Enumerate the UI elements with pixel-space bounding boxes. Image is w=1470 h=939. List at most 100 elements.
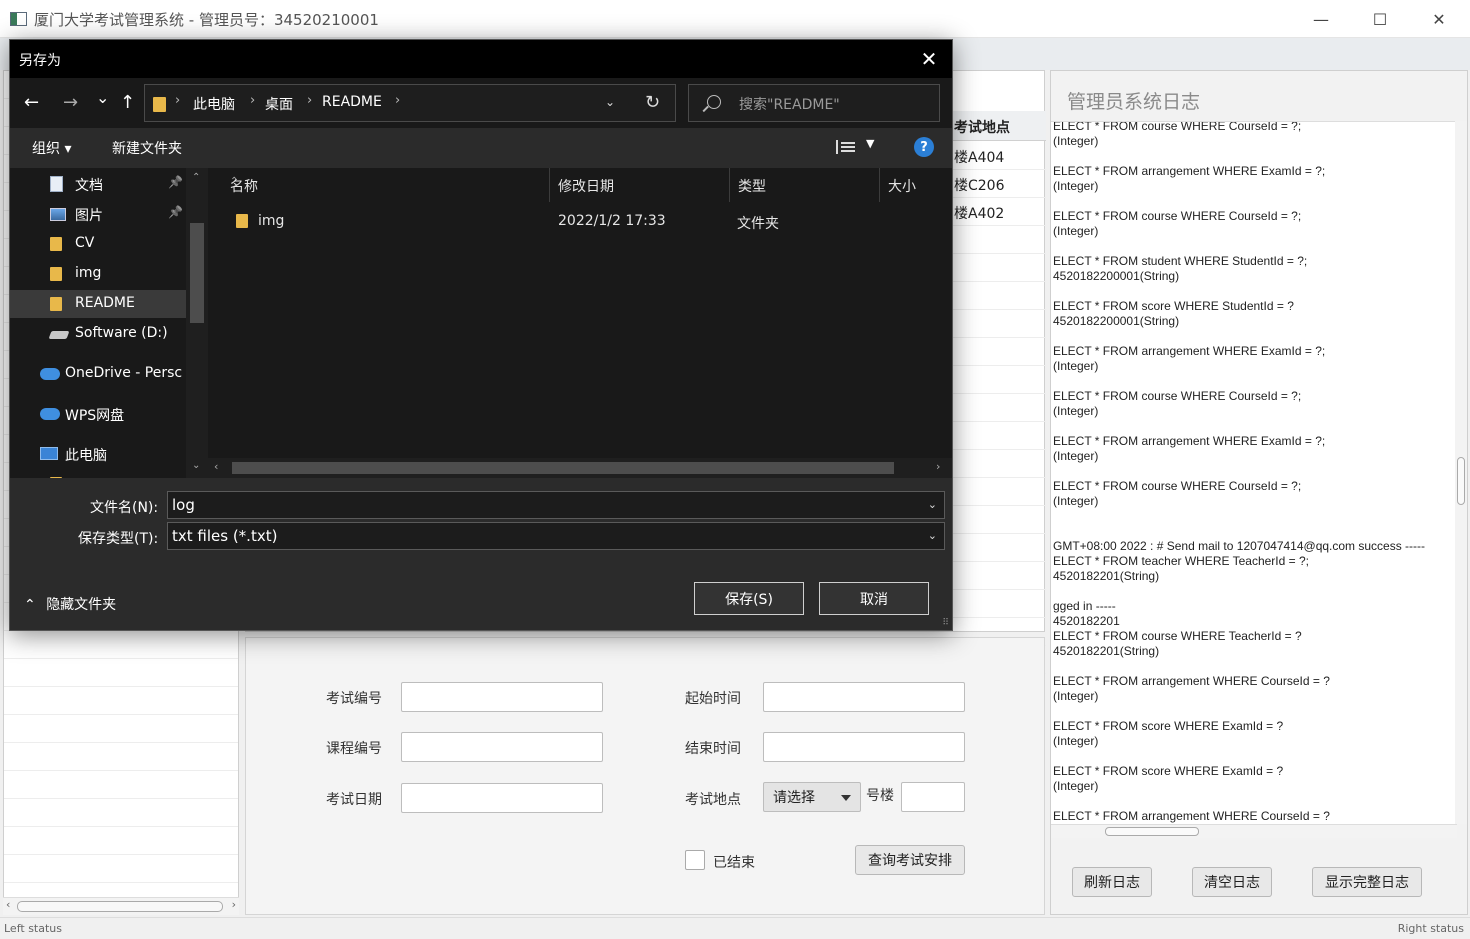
close-button[interactable]: ✕: [1416, 6, 1462, 32]
finished-checkbox[interactable]: [685, 850, 705, 870]
breadcrumb-desktop[interactable]: 桌面: [265, 94, 293, 114]
scroll-left-icon[interactable]: ‹: [6, 898, 10, 911]
sidebar-item[interactable]: 3D 对象: [10, 470, 186, 478]
sidebar-item[interactable]: img: [10, 260, 186, 288]
minimize-button[interactable]: —: [1298, 6, 1344, 32]
resize-grip-icon[interactable]: ⠿: [942, 618, 949, 628]
chevron-down-icon[interactable]: ▼: [866, 137, 874, 150]
column-header-type[interactable]: 类型: [730, 168, 880, 202]
dialog-footer: 文件名(N): log ⌄ 保存类型(T): txt files (*.txt)…: [10, 478, 952, 630]
up-arrow-icon[interactable]: ↑: [120, 92, 135, 113]
breadcrumb-this-pc[interactable]: 此电脑: [193, 94, 235, 114]
scrollbar-thumb[interactable]: [1457, 457, 1465, 505]
scroll-down-icon[interactable]: ⌄: [192, 460, 200, 471]
log-line: (Integer): [1053, 179, 1099, 193]
building-number-input[interactable]: [901, 782, 965, 812]
log-line: ELECT * FROM score WHERE ExamId = ?: [1053, 719, 1284, 733]
dialog-close-button[interactable]: ✕: [906, 40, 952, 78]
scroll-right-icon[interactable]: ›: [936, 460, 940, 473]
scroll-left-icon[interactable]: ‹: [214, 460, 218, 473]
organize-button[interactable]: 组织 ▾: [32, 138, 71, 158]
scrollbar-thumb[interactable]: [1105, 827, 1199, 836]
dialog-titlebar: 另存为 ✕: [10, 40, 952, 78]
refresh-icon[interactable]: ↻: [645, 92, 660, 113]
view-options-icon[interactable]: [836, 140, 855, 154]
sidebar-item[interactable]: 图片 📌: [10, 200, 186, 228]
scrollbar-thumb[interactable]: [232, 462, 894, 474]
show-full-log-button[interactable]: 显示完整日志: [1312, 867, 1422, 897]
chevron-down-icon[interactable]: ⌄: [605, 95, 615, 109]
list-item[interactable]: [4, 715, 238, 743]
list-item[interactable]: [4, 687, 238, 715]
sidebar-item[interactable]: CV: [10, 230, 186, 258]
location-label: 考试地点: [685, 792, 741, 808]
query-arrangement-button[interactable]: 查询考试安排: [855, 845, 965, 875]
exam-id-input[interactable]: [401, 682, 603, 712]
column-header-location[interactable]: 考试地点: [954, 117, 1010, 137]
list-item[interactable]: [4, 771, 238, 799]
log-title: 管理员系统日志: [1067, 91, 1201, 113]
scrollbar-thumb[interactable]: [17, 901, 223, 912]
save-button[interactable]: 保存(S): [694, 582, 804, 615]
cancel-button[interactable]: 取消: [819, 582, 929, 615]
chevron-up-icon: ⌃: [24, 597, 36, 613]
maximize-button[interactable]: ☐: [1357, 6, 1403, 32]
list-item[interactable]: [4, 855, 238, 883]
log-line: (Integer): [1053, 404, 1099, 418]
search-placeholder: 搜索"README": [739, 97, 840, 113]
file-list-horizontal-scrollbar[interactable]: ‹ ›: [208, 458, 952, 478]
chevron-down-icon[interactable]: ⌄: [928, 498, 937, 511]
search-input[interactable]: 搜索"README": [688, 84, 940, 122]
help-icon[interactable]: ?: [914, 137, 934, 157]
refresh-log-button[interactable]: 刷新日志: [1072, 867, 1152, 897]
sidebar-item[interactable]: OneDrive - Persc: [10, 360, 186, 388]
hide-folders-toggle[interactable]: ⌃ 隐藏文件夹: [24, 594, 116, 614]
course-id-input[interactable]: [401, 732, 603, 762]
column-header-modified[interactable]: 修改日期: [550, 168, 730, 202]
log-horizontal-scrollbar[interactable]: [1051, 824, 1457, 838]
address-bar[interactable]: › 此电脑 › 桌面 › README › ⌄ ↻: [144, 84, 676, 122]
end-time-input[interactable]: [763, 732, 965, 762]
filetype-select[interactable]: txt files (*.txt) ⌄: [167, 522, 945, 550]
start-time-input[interactable]: [763, 682, 965, 712]
sidebar-item[interactable]: 此电脑: [10, 440, 186, 468]
list-item[interactable]: [4, 799, 238, 827]
exam-date-input[interactable]: [401, 783, 603, 813]
log-line: GMT+08:00 2022 : # Send mail to 12070474…: [1053, 539, 1426, 553]
new-folder-button[interactable]: 新建文件夹: [112, 138, 182, 158]
app-icon: [10, 12, 27, 26]
column-header-size[interactable]: 大小: [880, 168, 952, 202]
location-cell: 楼C206: [954, 178, 1005, 194]
chevron-down-icon[interactable]: ⌄: [928, 529, 937, 542]
list-item[interactable]: [4, 659, 238, 687]
sidebar-item[interactable]: README: [10, 290, 186, 318]
recent-locations-icon[interactable]: ⌄: [96, 88, 109, 107]
log-line: ELECT * FROM score WHERE ExamId = ?: [1053, 764, 1284, 778]
end-time-label: 结束时间: [685, 741, 741, 757]
log-text-area[interactable]: ELECT * FROM course WHERE CourseId = ?;(…: [1051, 121, 1457, 824]
breadcrumb-readme[interactable]: README: [322, 94, 382, 110]
sidebar-item[interactable]: 文档 📌: [10, 170, 186, 198]
sidebar-item[interactable]: Software (D:): [10, 320, 186, 348]
list-item[interactable]: [4, 827, 238, 855]
list-item[interactable]: [4, 631, 238, 659]
left-horizontal-scrollbar[interactable]: ‹ ›: [3, 897, 239, 915]
back-arrow-icon[interactable]: ←: [24, 92, 39, 113]
forward-arrow-icon[interactable]: →: [63, 92, 78, 113]
filename-input[interactable]: log ⌄: [167, 491, 945, 519]
sidebar-item[interactable]: WPS网盘: [10, 400, 186, 428]
scroll-up-icon[interactable]: ⌃: [192, 172, 200, 183]
clear-log-button[interactable]: 清空日志: [1192, 867, 1272, 897]
file-row[interactable]: img 2022/1/2 17:33 文件夹: [208, 208, 952, 236]
column-header-name[interactable]: 名称 ⌃: [222, 168, 550, 202]
log-vertical-scrollbar[interactable]: [1455, 121, 1467, 824]
location-cell: 楼A404: [954, 150, 1005, 166]
scroll-right-icon[interactable]: ›: [232, 898, 236, 911]
list-item[interactable]: [4, 743, 238, 771]
location-select[interactable]: 请选择: [763, 782, 861, 812]
dialog-navigation-bar: ← → ⌄ ↑ › 此电脑 › 桌面 › README › ⌄ ↻ 搜索"REA…: [10, 78, 952, 128]
folder-icon: [153, 97, 166, 112]
pin-icon: 📌: [168, 205, 183, 219]
scrollbar-thumb[interactable]: [190, 223, 204, 323]
sidebar-scrollbar[interactable]: ⌃ ⌄: [186, 168, 208, 478]
